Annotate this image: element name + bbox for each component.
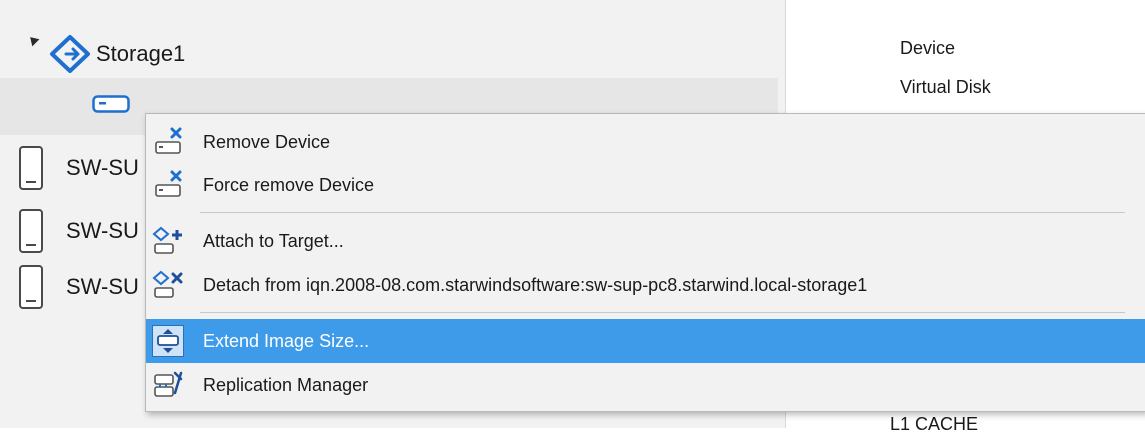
menu-item-label: Extend Image Size... bbox=[203, 330, 370, 351]
context-menu: Remove Device Force remove Device Attach… bbox=[145, 113, 1145, 412]
attach-target-icon bbox=[152, 225, 184, 257]
menu-item-detach-from-target[interactable]: Detach from iqn.2008-08.com.starwindsoft… bbox=[146, 263, 1145, 307]
tree-node-server[interactable]: SW-SU bbox=[18, 208, 139, 254]
tree-node-server[interactable]: SW-SU bbox=[18, 145, 139, 191]
tree-node-label: Storage1 bbox=[96, 41, 186, 66]
collapse-arrow-icon[interactable] bbox=[26, 33, 40, 47]
menu-item-label: Replication Manager bbox=[203, 374, 369, 395]
menu-item-label: Remove Device bbox=[203, 131, 331, 152]
extend-image-icon bbox=[152, 325, 184, 357]
menu-item-replication-manager[interactable]: Replication Manager bbox=[146, 363, 1145, 407]
tree-node-label: SW-SU bbox=[66, 218, 139, 243]
menu-item-label: Attach to Target... bbox=[203, 230, 344, 251]
tree-node-storage1[interactable]: Storage1 bbox=[48, 34, 185, 74]
tree-node-server[interactable]: SW-SU bbox=[18, 264, 139, 310]
detail-device-type: Device bbox=[900, 38, 956, 58]
menu-item-label: Detach from iqn.2008-08.com.starwindsoft… bbox=[203, 274, 868, 295]
menu-separator bbox=[200, 312, 1125, 313]
tree-node-label: SW-SU bbox=[66, 155, 139, 180]
menu-item-label: Force remove Device bbox=[203, 174, 375, 195]
tree-node-virtual-disk[interactable] bbox=[92, 94, 130, 114]
server-icon bbox=[18, 264, 44, 310]
tree-node-label: SW-SU bbox=[66, 274, 139, 299]
menu-item-attach-to-target[interactable]: Attach to Target... bbox=[146, 219, 1145, 263]
menu-item-force-remove-device[interactable]: Force remove Device bbox=[146, 163, 1145, 207]
server-icon bbox=[18, 145, 44, 191]
detach-target-icon bbox=[152, 269, 184, 301]
menu-item-remove-device[interactable]: Remove Device bbox=[146, 120, 1145, 164]
replication-manager-icon bbox=[152, 369, 184, 401]
virtual-disk-icon bbox=[92, 94, 130, 114]
menu-item-extend-image-size[interactable]: Extend Image Size... bbox=[146, 319, 1145, 363]
server-icon bbox=[18, 208, 44, 254]
detail-device-kind: Virtual Disk bbox=[900, 77, 991, 97]
force-remove-device-icon bbox=[152, 169, 184, 201]
storage-icon bbox=[48, 34, 92, 74]
detail-cache-label: L1 CACHE bbox=[890, 414, 979, 434]
remove-device-icon bbox=[152, 126, 184, 158]
menu-separator bbox=[200, 212, 1125, 213]
